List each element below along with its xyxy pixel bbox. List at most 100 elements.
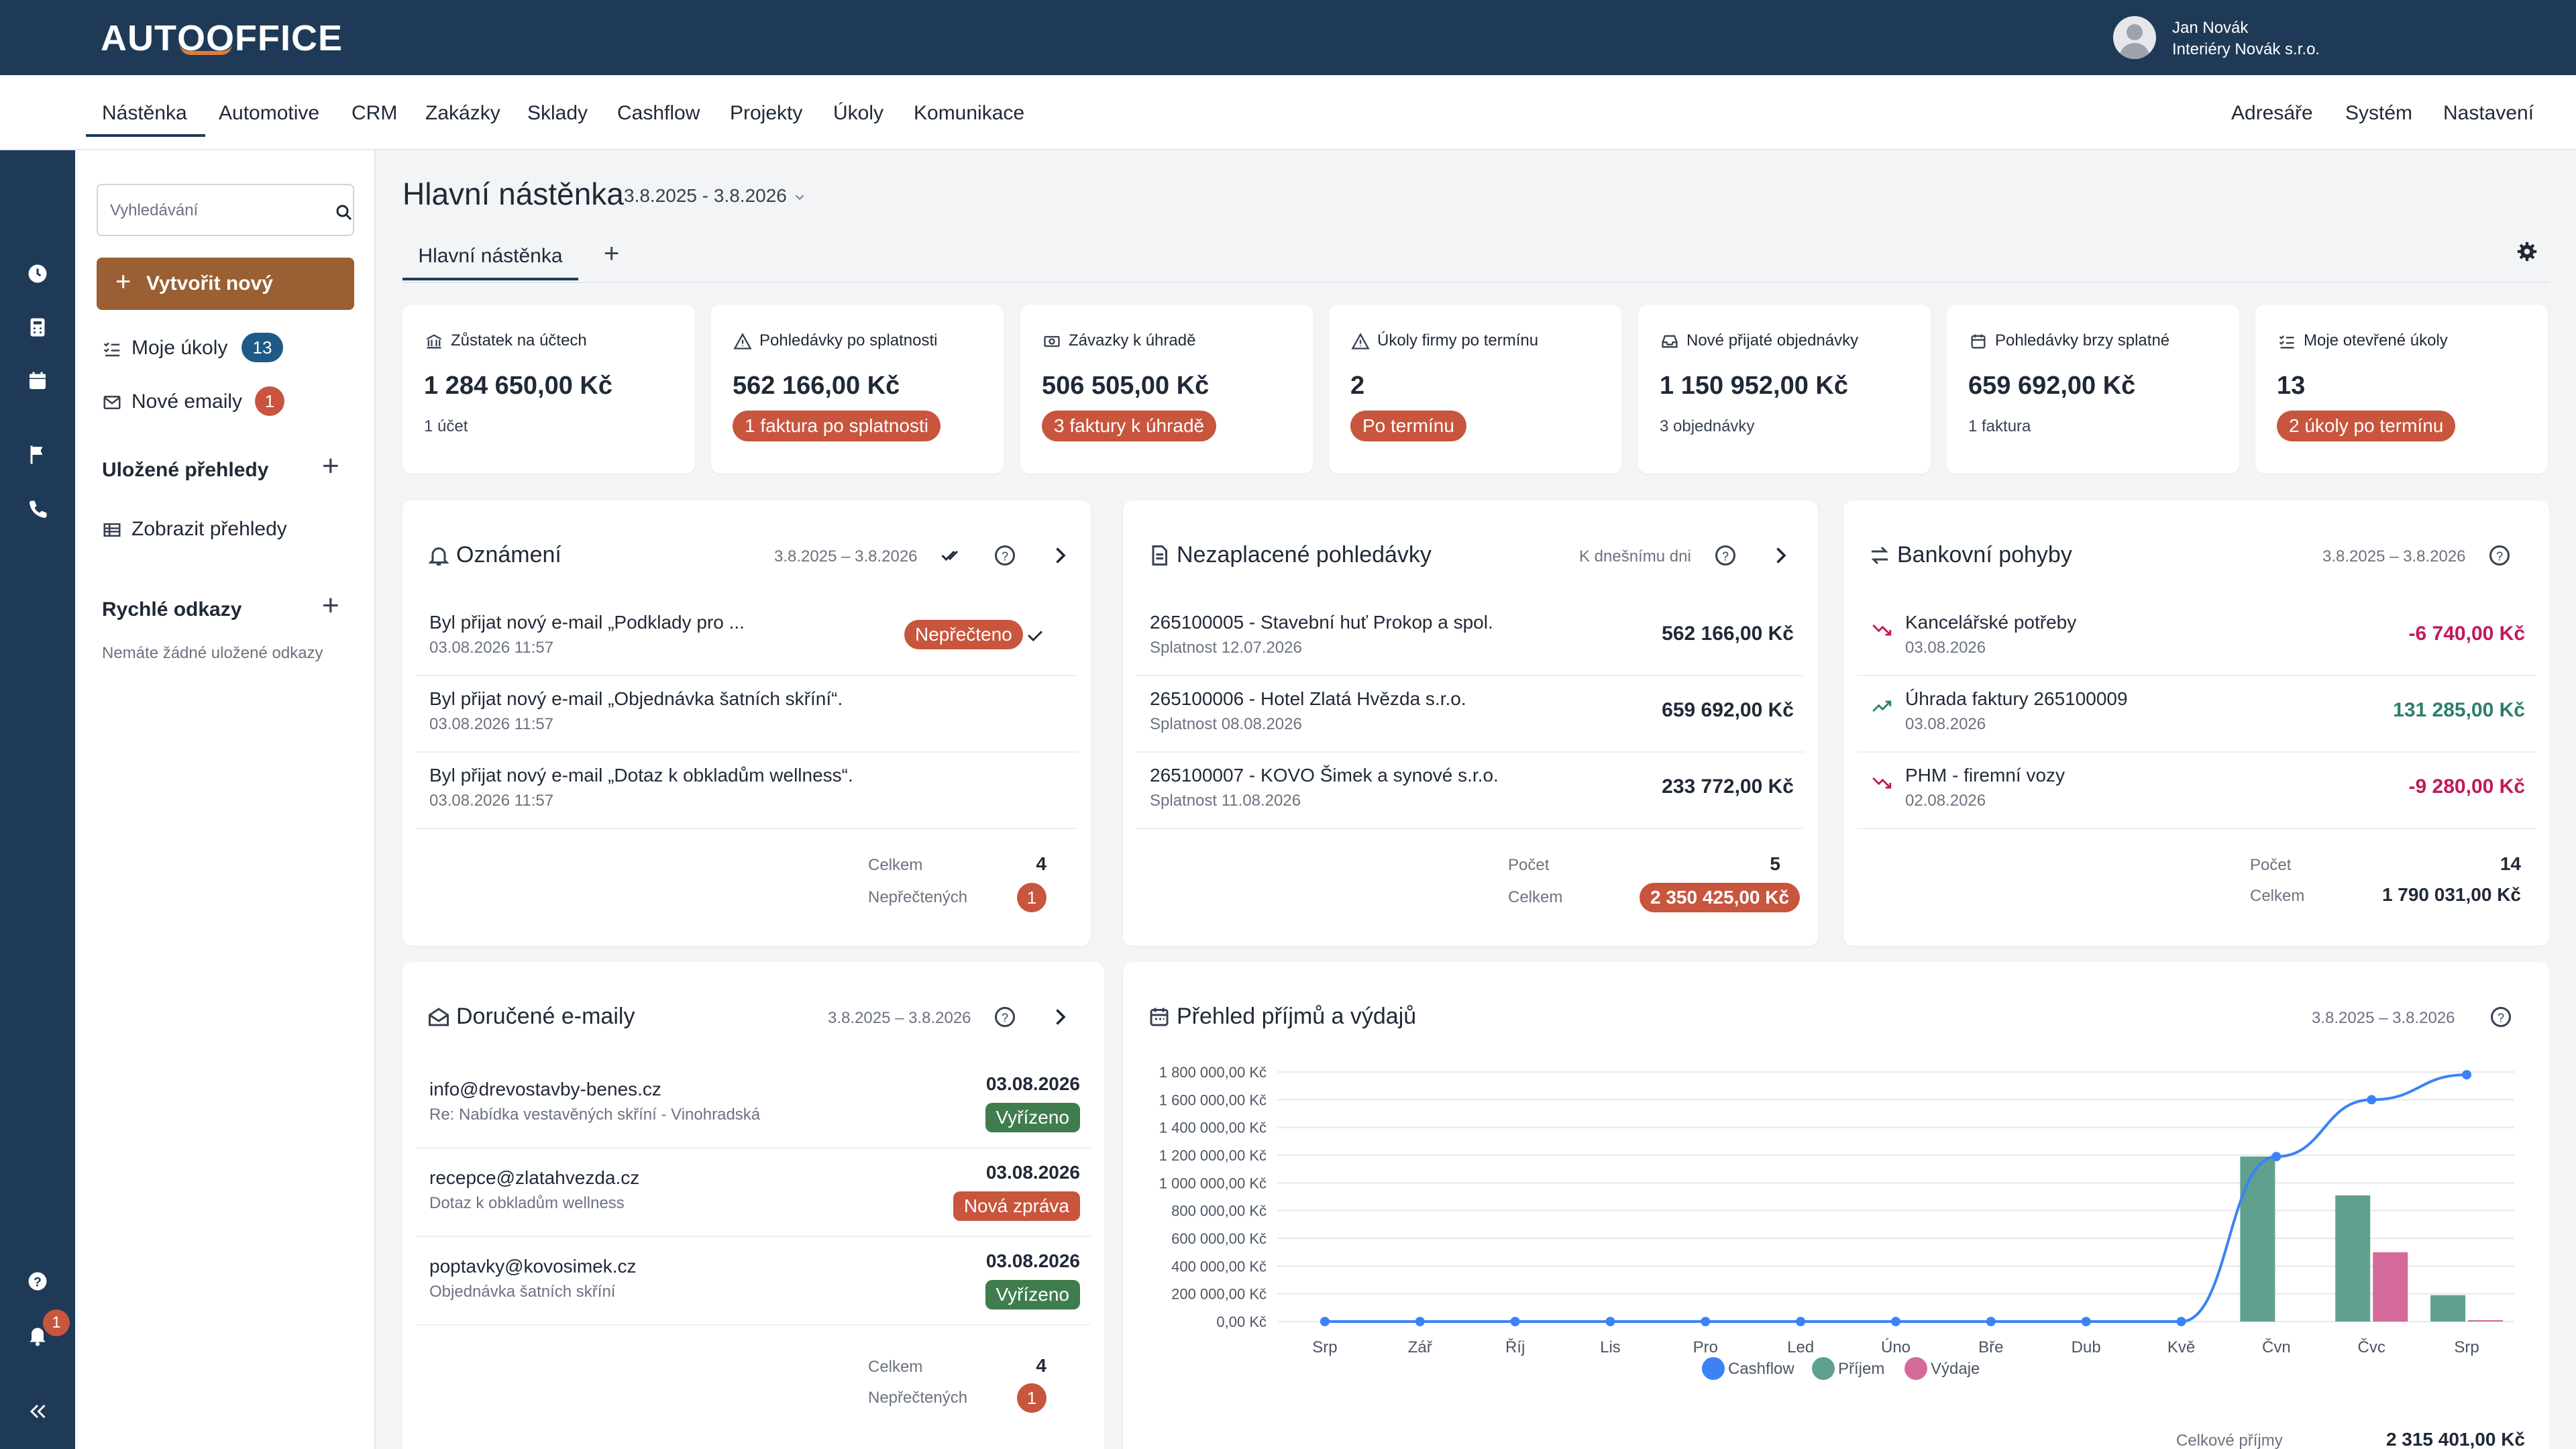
new-emails-label: Nové emaily (131, 390, 243, 413)
widget-filter[interactable]: K dnešnímu dni (1579, 547, 1691, 566)
create-new-button[interactable]: + Vytvořit nový (97, 258, 354, 310)
kpi-value: 13 (2277, 372, 2306, 400)
flag-icon[interactable] (25, 443, 50, 467)
income-expense-chart[interactable]: 0,00 Kč 200 000,00 Kč 400 000,00 Kč 600 000… (1123, 1056, 2549, 1391)
summary-label: Celkem (868, 856, 923, 874)
list-item[interactable]: Byl přijat nový e-mail „Objednávka šatní… (416, 676, 1077, 753)
gear-icon[interactable] (2516, 240, 2538, 263)
help-icon[interactable]: ? (993, 1005, 1017, 1029)
calculator-icon[interactable] (25, 315, 50, 339)
phone-icon[interactable] (25, 498, 50, 522)
list-item[interactable]: poptavky@kovosimek.cz Objednávka šatních… (416, 1238, 1091, 1326)
sidebar-search[interactable] (97, 184, 354, 236)
add-tab-button[interactable]: + (604, 239, 619, 269)
calendar-icon[interactable] (25, 369, 50, 393)
income-bar (2430, 1295, 2466, 1322)
chevron-right-icon[interactable] (1048, 1005, 1072, 1029)
table-row[interactable]: 265100007 - KOVO Šimek a synové s.r.o. S… (1136, 753, 1805, 829)
nav-system[interactable]: Systém (2345, 102, 2412, 125)
clock-icon[interactable] (25, 262, 50, 286)
collapse-icon[interactable] (25, 1399, 50, 1424)
nav-nastaveni[interactable]: Nastavení (2443, 102, 2534, 125)
summary-value: 2 315 401,00 Kč (2385, 1429, 2525, 1449)
widget-title: Nezaplacené pohledávky (1177, 542, 1432, 568)
summary-value: 5 (1770, 853, 1780, 874)
quick-links-empty: Nemáte žádné uložené odkazy (102, 644, 323, 662)
my-tasks-link[interactable]: Moje úkoly (101, 337, 227, 360)
summary-value: 14 (2500, 853, 2521, 874)
x-tick-label: Čvn (2262, 1338, 2291, 1356)
search-input[interactable] (110, 199, 311, 223)
table-row[interactable]: Úhrada faktury 265100009 03.08.2026 131 … (1857, 676, 2536, 753)
svg-text:?: ? (2496, 550, 2503, 564)
kpi-card-new-orders[interactable]: Nové přijaté objednávky 1 150 952,00 Kč … (1638, 305, 1931, 474)
show-views-label: Zobrazit přehledy (131, 518, 287, 540)
help-icon[interactable]: ? (993, 543, 1017, 568)
kpi-value: 506 505,00 Kč (1042, 372, 1210, 400)
nav-automotive[interactable]: Automotive (219, 102, 319, 125)
new-emails-count: 1 (255, 386, 284, 416)
mark-all-read-icon[interactable] (939, 543, 963, 568)
chevron-right-icon[interactable] (1048, 543, 1072, 568)
user-info[interactable]: Jan Novák Interiéry Novák s.r.o. (2172, 17, 2320, 60)
help-icon[interactable]: ? (25, 1269, 50, 1293)
nav-komunikace[interactable]: Komunikace (914, 102, 1024, 125)
kpi-title: Pohledávky brzy splatné (1968, 331, 2169, 351)
user-avatar[interactable] (2113, 16, 2156, 59)
date-range-picker[interactable]: 3.8.2025 - 3.8.2026 (624, 185, 807, 207)
bank-icon (426, 333, 442, 349)
legend-swatch (1904, 1357, 1927, 1380)
list-item[interactable]: Byl přijat nový e-mail „Dotaz k obkladům… (416, 753, 1077, 829)
cashflow-point (1891, 1317, 1900, 1326)
check-icon[interactable] (1024, 624, 1046, 647)
trend-up-icon (1872, 700, 1892, 712)
chevron-right-icon[interactable] (1768, 543, 1792, 568)
widget-date: 3.8.2025 – 3.8.2026 (2312, 1009, 2455, 1027)
help-icon[interactable]: ? (2489, 1005, 2513, 1029)
nav-projekty[interactable]: Projekty (730, 102, 802, 125)
kpi-card-balance[interactable]: Zůstatek na účtech 1 284 650,00 Kč 1 úče… (402, 305, 695, 474)
kpi-card-overdue-receivables[interactable]: Pohledávky po splatnosti 562 166,00 Kč 1… (711, 305, 1004, 474)
kpi-card-due-soon[interactable]: Pohledávky brzy splatné 659 692,00 Kč 1 … (1947, 305, 2239, 474)
income-bar (2335, 1195, 2371, 1322)
total-badge: 2 350 425,00 Kč (1640, 883, 1801, 912)
search-icon[interactable] (334, 203, 354, 223)
nav-adresare[interactable]: Adresáře (2231, 102, 2313, 125)
app-logo[interactable]: AUTOOFFICE (101, 17, 343, 59)
nav-nastenka[interactable]: Nástěnka (102, 102, 187, 125)
tab-divider (402, 282, 2549, 283)
add-saved-view-button[interactable]: + (322, 449, 339, 483)
kpi-card-overdue-tasks[interactable]: Úkoly firmy po termínu 2 Po termínu (1329, 305, 1621, 474)
list-item[interactable]: recepce@zlatahvezda.cz Dotaz k obkladům … (416, 1150, 1091, 1237)
list-item[interactable]: info@drevostavby-benes.cz Re: Nabídka ve… (416, 1061, 1091, 1148)
kpi-card-payables[interactable]: Závazky k úhradě 506 505,00 Kč 3 faktury… (1020, 305, 1313, 474)
help-icon[interactable]: ? (1713, 543, 1737, 568)
new-emails-link[interactable]: Nové emaily (101, 390, 242, 413)
help-icon[interactable]: ? (2487, 543, 2512, 568)
kpi-subtext: 3 objednávky (1660, 417, 1755, 435)
kpi-card-open-tasks[interactable]: Moje otevřené úkoly 13 2 úkoly po termín… (2255, 305, 2548, 474)
table-row[interactable]: PHM - firemní vozy 02.08.2026 -9 280,00 … (1857, 753, 2536, 829)
tab-hlavni-nastenka[interactable]: Hlavní nástěnka (402, 239, 578, 280)
show-views-link[interactable]: Zobrazit přehledy (101, 518, 287, 541)
table-icon (103, 523, 121, 537)
list-item[interactable]: Byl přijat nový e-mail „Podklady pro ...… (416, 600, 1077, 676)
warning-icon (1351, 332, 1370, 350)
x-tick-label: Zář (1408, 1338, 1433, 1356)
nav-crm[interactable]: CRM (352, 102, 397, 125)
table-row[interactable]: Kancelářské potřeby 03.08.2026 -6 740,00… (1857, 600, 2536, 676)
expense-bar (2373, 1252, 2408, 1322)
nav-sklady[interactable]: Sklady (527, 102, 588, 125)
bell-icon (428, 547, 449, 566)
kpi-title: Pohledávky po splatnosti (733, 331, 938, 351)
y-tick-label: 1 400 000,00 Kč (1159, 1120, 1267, 1136)
table-row[interactable]: 265100006 - Hotel Zlatá Hvězda s.r.o. Sp… (1136, 676, 1805, 753)
add-quick-link-button[interactable]: + (322, 589, 339, 623)
table-row[interactable]: 265100005 - Stavební huť Prokop a spol. … (1136, 600, 1805, 676)
cashflow-point (2081, 1317, 2091, 1326)
x-tick-label: Srp (1312, 1338, 1337, 1356)
nav-cashflow[interactable]: Cashflow (617, 102, 700, 125)
nav-zakazky[interactable]: Zakázky (425, 102, 500, 125)
nav-ukoly[interactable]: Úkoly (833, 102, 883, 125)
y-tick-label: 800 000,00 Kč (1171, 1203, 1267, 1220)
